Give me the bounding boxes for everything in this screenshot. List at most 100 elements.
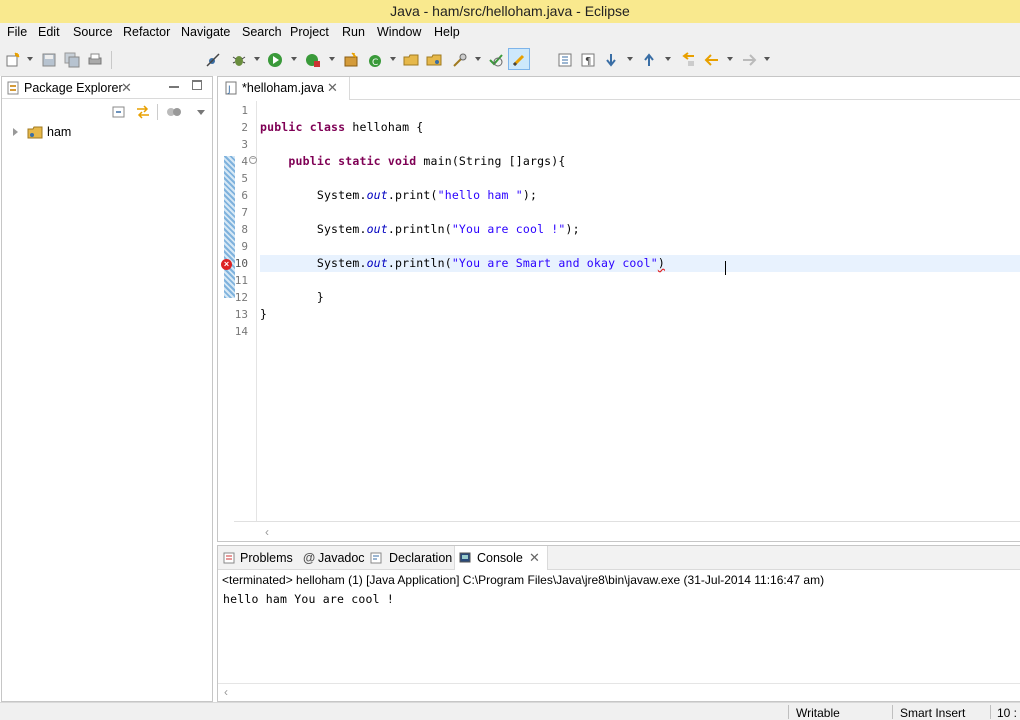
forward-icon[interactable] — [741, 52, 757, 68]
code-text: System. — [316, 188, 367, 202]
tab-declaration[interactable]: Declaration — [389, 551, 452, 565]
next-annotation-icon[interactable] — [603, 52, 619, 68]
menu-run[interactable]: Run — [342, 25, 365, 39]
menu-source[interactable]: Source — [73, 25, 113, 39]
close-icon[interactable]: ✕ — [327, 80, 338, 96]
menu-help[interactable]: Help — [434, 25, 460, 39]
view-menu-icon[interactable] — [197, 110, 205, 115]
declaration-icon — [370, 552, 382, 564]
new-java-project-icon[interactable] — [343, 52, 359, 68]
debug-dropdown-icon[interactable] — [254, 57, 260, 61]
expand-arrow-icon[interactable] — [13, 128, 18, 136]
bottom-panel: Problems @ Javadoc Declaration Console ✕… — [217, 545, 1020, 702]
tab-console[interactable]: Console ✕ — [454, 546, 548, 570]
error-icon[interactable]: × — [221, 259, 232, 270]
menu-bar: File Edit Source Refactor Navigate Searc… — [0, 23, 1020, 43]
save-icon[interactable] — [41, 52, 57, 68]
search-icon[interactable] — [452, 52, 468, 68]
save-all-icon[interactable] — [64, 52, 80, 68]
menu-navigate[interactable]: Navigate — [181, 25, 230, 39]
scroll-left-icon[interactable]: ‹ — [224, 685, 228, 699]
field-reference: out — [366, 188, 388, 202]
open-type-icon[interactable] — [403, 52, 419, 68]
scroll-left-icon[interactable]: ‹ — [265, 525, 269, 539]
link-with-editor-icon[interactable] — [135, 105, 151, 122]
run-icon[interactable] — [267, 52, 283, 68]
show-whitespace-icon[interactable]: ¶ — [580, 52, 596, 68]
java-file-icon: J — [225, 81, 237, 98]
code-line[interactable]: public static void main(String []args){ — [260, 154, 566, 168]
print-icon[interactable] — [87, 52, 103, 68]
menu-edit[interactable]: Edit — [38, 25, 60, 39]
menu-file[interactable]: File — [7, 25, 27, 39]
console-output[interactable]: hello ham You are cool ! — [223, 592, 394, 606]
code-line[interactable]: System.out.println("You are cool !"); — [260, 222, 580, 236]
console-horizontal-scrollbar[interactable]: ‹ — [218, 683, 1020, 701]
problems-icon — [223, 552, 235, 564]
svg-text:C: C — [372, 58, 378, 68]
next-annotation-dropdown-icon[interactable] — [627, 57, 633, 61]
line-number: 1 — [241, 104, 248, 117]
code-text: } — [260, 307, 268, 321]
new-class-dropdown-icon[interactable] — [390, 57, 396, 61]
menu-refactor[interactable]: Refactor — [123, 25, 170, 39]
code-text: .println( — [387, 222, 452, 236]
collapse-all-icon[interactable] — [112, 106, 126, 122]
line-number: 6 — [241, 189, 248, 202]
skip-breakpoints-icon[interactable] — [205, 52, 221, 68]
code-line[interactable]: } — [260, 307, 267, 321]
toggle-breadcrumb-icon[interactable] — [488, 52, 504, 68]
code-line[interactable]: } — [260, 290, 324, 304]
svg-text:J: J — [227, 85, 231, 95]
package-explorer-toolbar — [2, 99, 212, 125]
code-text: helloham { — [345, 120, 424, 134]
menu-window[interactable]: Window — [377, 25, 421, 39]
search-dropdown-icon[interactable] — [475, 57, 481, 61]
back-icon[interactable] — [704, 52, 720, 68]
external-tools-icon[interactable] — [305, 52, 321, 68]
previous-annotation-dropdown-icon[interactable] — [665, 57, 671, 61]
debug-icon[interactable] — [231, 52, 247, 68]
minimize-icon[interactable] — [169, 86, 179, 88]
run-dropdown-icon[interactable] — [291, 57, 297, 61]
editor-tab-label: *helloham.java — [242, 81, 324, 95]
code-line[interactable]: System.out.print("hello ham "); — [260, 188, 537, 202]
open-resource-icon[interactable] — [426, 52, 442, 68]
string-literal: "You are Smart and okay cool" — [451, 256, 658, 270]
keyword: public — [288, 154, 332, 168]
block-selection-icon[interactable] — [557, 52, 573, 68]
package-explorer-title[interactable]: Package Explorer — [24, 81, 123, 95]
back-dropdown-icon[interactable] — [727, 57, 733, 61]
forward-dropdown-icon[interactable] — [764, 57, 770, 61]
tab-javadoc[interactable]: Javadoc — [318, 551, 365, 565]
tab-console-label: Console — [477, 551, 523, 565]
mark-occurrences-icon[interactable] — [511, 52, 527, 68]
status-separator — [990, 705, 991, 719]
external-tools-dropdown-icon[interactable] — [329, 57, 335, 61]
close-icon[interactable]: ✕ — [121, 80, 132, 96]
menu-project[interactable]: Project — [290, 25, 329, 39]
status-insert-mode: Smart Insert — [900, 706, 966, 720]
status-writable: Writable — [796, 706, 840, 720]
code-text: .print( — [387, 188, 438, 202]
line-number: 11 — [234, 274, 248, 287]
maximize-icon[interactable] — [192, 80, 202, 90]
menu-search[interactable]: Search — [242, 25, 282, 39]
new-dropdown-icon[interactable] — [27, 57, 33, 61]
last-edit-location-icon[interactable] — [680, 52, 696, 68]
keyword: public — [260, 120, 303, 134]
status-bar: Writable Smart Insert 10 : — [0, 702, 1020, 720]
focus-on-active-task-icon[interactable] — [166, 105, 182, 122]
new-icon[interactable] — [5, 52, 21, 68]
code-text: System. — [316, 256, 367, 270]
previous-annotation-icon[interactable] — [641, 52, 657, 68]
editor-tab-helloham[interactable]: J *helloham.java ✕ — [218, 77, 350, 100]
code-line-error[interactable]: System.out.println("You are Smart and ok… — [260, 256, 665, 270]
tab-problems[interactable]: Problems — [240, 551, 293, 565]
new-class-icon[interactable]: C — [367, 52, 383, 68]
editor-horizontal-scrollbar[interactable]: ‹ — [234, 521, 1020, 541]
close-icon[interactable]: ✕ — [529, 550, 540, 566]
fold-collapse-icon[interactable]: − — [249, 156, 257, 164]
field-reference: out — [366, 222, 388, 236]
code-line[interactable]: public class helloham { — [260, 120, 423, 134]
